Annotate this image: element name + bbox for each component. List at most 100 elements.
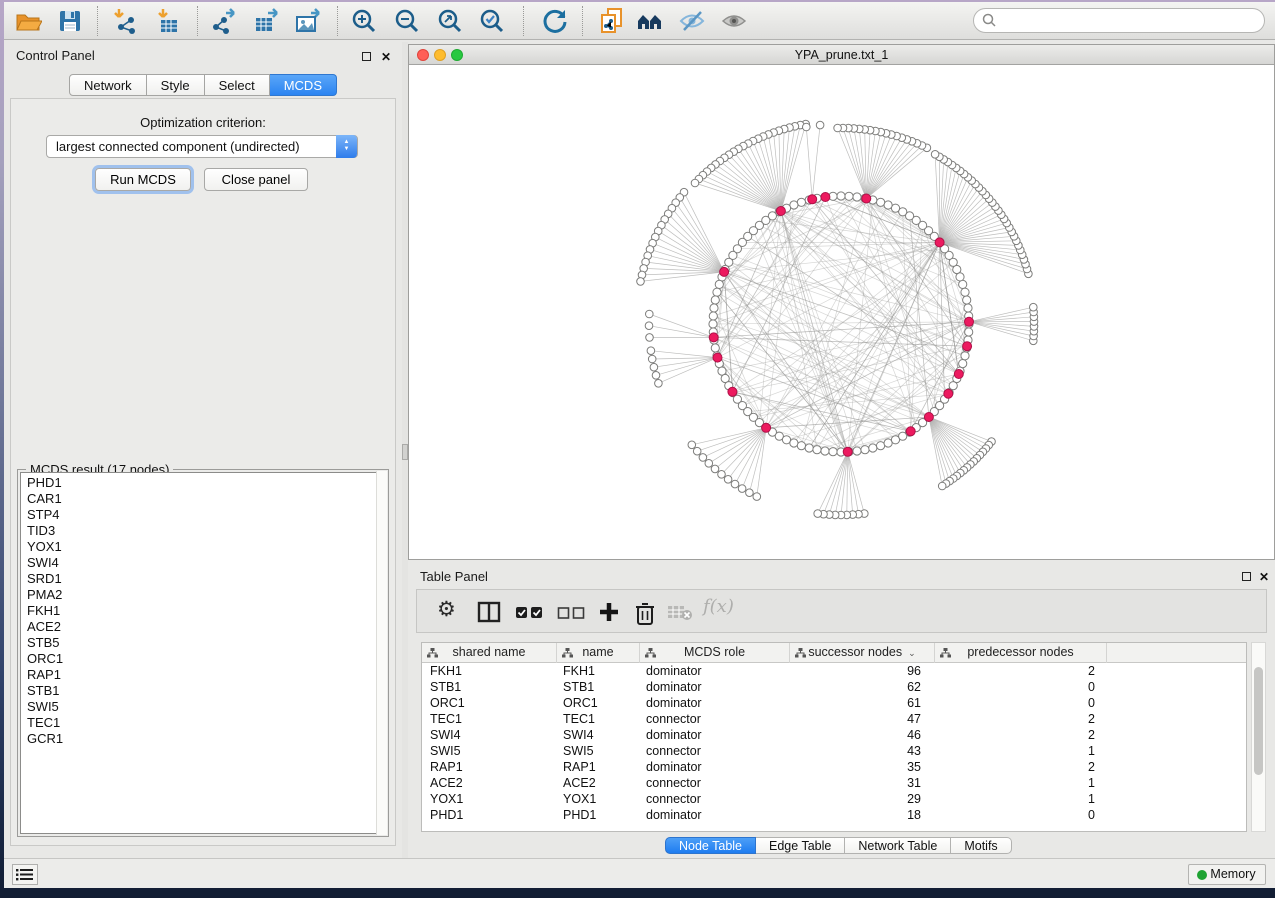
table-tab-motifs[interactable]: Motifs — [951, 837, 1011, 854]
table-tab-node-table[interactable]: Node Table — [665, 837, 756, 854]
table-tab-network-table[interactable]: Network Table — [845, 837, 951, 854]
table-scrollbar-thumb[interactable] — [1254, 667, 1263, 775]
add-row-icon[interactable] — [597, 600, 621, 624]
run-mcds-button[interactable]: Run MCDS — [95, 168, 191, 191]
save-session-icon[interactable] — [56, 7, 84, 35]
optimization-criterion-select[interactable]: largest connected component (undirected)… — [46, 135, 358, 158]
toolbar-separator — [523, 6, 524, 36]
cell-name: ACE2 — [557, 775, 640, 791]
mcds-result-scrollbar[interactable] — [376, 471, 387, 835]
first-neighbors-icon[interactable] — [636, 7, 664, 35]
cell-predecessor-nodes: 2 — [935, 759, 1107, 775]
cell-successor-nodes: 18 — [790, 807, 935, 823]
tab-select[interactable]: Select — [205, 74, 270, 96]
show-columns-icon[interactable] — [477, 600, 501, 624]
table-panel-close-icon[interactable]: ✕ — [1259, 571, 1269, 583]
table-row[interactable]: SWI5SWI5connector431 — [422, 743, 1246, 759]
zoom-out-icon[interactable] — [393, 7, 421, 35]
memory-button[interactable]: Memory — [1188, 864, 1266, 885]
export-image-icon[interactable] — [294, 7, 322, 35]
column-header-MCDS-role[interactable]: MCDS role — [640, 643, 790, 663]
cell-predecessor-nodes: 0 — [935, 679, 1107, 695]
table-row[interactable]: SWI4SWI4dominator462 — [422, 727, 1246, 743]
cell-name: FKH1 — [557, 663, 640, 679]
table-panel-float-button[interactable] — [1242, 572, 1251, 581]
mcds-result-item[interactable]: YOX1 — [27, 539, 385, 555]
mcds-result-item[interactable]: PHD1 — [27, 475, 385, 491]
table-settings-icon[interactable]: ⚙ — [437, 597, 456, 622]
table-row[interactable]: PHD1PHD1dominator180 — [422, 807, 1246, 823]
unselect-all-icon[interactable] — [557, 600, 587, 624]
cell-name: SWI5 — [557, 743, 640, 759]
table-row[interactable]: ORC1ORC1dominator610 — [422, 695, 1246, 711]
tab-style[interactable]: Style — [147, 74, 205, 96]
select-all-icon[interactable] — [515, 600, 545, 624]
toolbar-separator — [582, 6, 583, 36]
table-row[interactable]: TEC1TEC1connector472 — [422, 711, 1246, 727]
cell-predecessor-nodes: 1 — [935, 791, 1107, 807]
import-network-icon[interactable] — [110, 7, 138, 35]
mcds-result-item[interactable]: ORC1 — [27, 651, 385, 667]
destroy-table-icon[interactable] — [667, 600, 693, 624]
export-network-icon[interactable] — [210, 7, 238, 35]
cell-shared-name: FKH1 — [422, 663, 557, 679]
apply-layout-icon[interactable] — [541, 7, 569, 35]
mcds-result-item[interactable]: STB5 — [27, 635, 385, 651]
table-row[interactable]: YOX1YOX1connector291 — [422, 791, 1246, 807]
tab-network[interactable]: Network — [69, 74, 147, 96]
copy-network-icon[interactable] — [598, 7, 626, 35]
mcds-result-item[interactable]: STP4 — [27, 507, 385, 523]
control-panel-close-icon[interactable]: ✕ — [381, 51, 391, 63]
tab-mcds[interactable]: MCDS — [270, 74, 337, 96]
network-canvas[interactable] — [409, 65, 1274, 559]
cell-MCDS-role: dominator — [640, 679, 790, 695]
open-file-icon[interactable] — [14, 7, 42, 35]
mcds-result-item[interactable]: SWI4 — [27, 555, 385, 571]
mcds-result-item[interactable]: CAR1 — [27, 491, 385, 507]
function-builder-icon[interactable]: f(x) — [703, 596, 734, 617]
column-header-name[interactable]: name — [557, 643, 640, 663]
mcds-result-item[interactable]: GCR1 — [27, 731, 385, 747]
table-row[interactable]: RAP1RAP1dominator352 — [422, 759, 1246, 775]
node-table[interactable]: shared namenameMCDS rolesuccessor nodes⌄… — [421, 642, 1247, 832]
table-tab-edge-table[interactable]: Edge Table — [756, 837, 845, 854]
memory-status-icon — [1197, 870, 1207, 880]
show-all-icon[interactable] — [720, 7, 748, 35]
optimization-criterion-value: largest connected component (undirected) — [56, 139, 300, 154]
mcds-result-item[interactable]: TEC1 — [27, 715, 385, 731]
search-input[interactable] — [973, 8, 1265, 33]
mcds-result-item[interactable]: RAP1 — [27, 667, 385, 683]
close-panel-button[interactable]: Close panel — [204, 168, 308, 191]
table-scrollbar[interactable] — [1251, 642, 1266, 832]
export-table-icon[interactable] — [252, 7, 280, 35]
mcds-result-item[interactable]: SRD1 — [27, 571, 385, 587]
column-header-shared-name[interactable]: shared name — [422, 643, 557, 663]
delete-row-icon[interactable] — [633, 600, 657, 626]
mcds-result-item[interactable]: SWI5 — [27, 699, 385, 715]
zoom-fit-icon[interactable] — [436, 7, 464, 35]
cell-successor-nodes: 47 — [790, 711, 935, 727]
table-row[interactable]: STB1STB1dominator620 — [422, 679, 1246, 695]
mcds-result-item[interactable]: ACE2 — [27, 619, 385, 635]
cell-shared-name: RAP1 — [422, 759, 557, 775]
network-window-titlebar[interactable]: YPA_prune.txt_1 — [409, 45, 1274, 65]
network-graph[interactable] — [409, 65, 1274, 559]
mcds-result-item[interactable]: STB1 — [27, 683, 385, 699]
table-row[interactable]: FKH1FKH1dominator962 — [422, 663, 1246, 679]
zoom-in-icon[interactable] — [350, 7, 378, 35]
mcds-result-item[interactable]: TID3 — [27, 523, 385, 539]
import-table-icon[interactable] — [154, 7, 182, 35]
hide-selected-icon[interactable] — [678, 7, 706, 35]
mcds-result-item[interactable]: PMA2 — [27, 587, 385, 603]
mcds-result-list[interactable]: PHD1CAR1STP4TID3YOX1SWI4SRD1PMA2FKH1ACE2… — [20, 472, 386, 834]
table-row[interactable]: ACE2ACE2connector311 — [422, 775, 1246, 791]
column-header-successor-nodes[interactable]: successor nodes⌄ — [790, 643, 935, 663]
toolbar-separator — [197, 6, 198, 36]
mcds-result-item[interactable]: FKH1 — [27, 603, 385, 619]
column-header-predecessor-nodes[interactable]: predecessor nodes — [935, 643, 1107, 663]
application-window: Control Panel ✕ NetworkStyleSelectMCDS O… — [4, 2, 1275, 888]
control-panel-float-button[interactable] — [362, 52, 371, 61]
toolbar-separator — [97, 6, 98, 36]
zoom-selected-icon[interactable] — [478, 7, 506, 35]
task-history-button[interactable] — [12, 864, 38, 885]
